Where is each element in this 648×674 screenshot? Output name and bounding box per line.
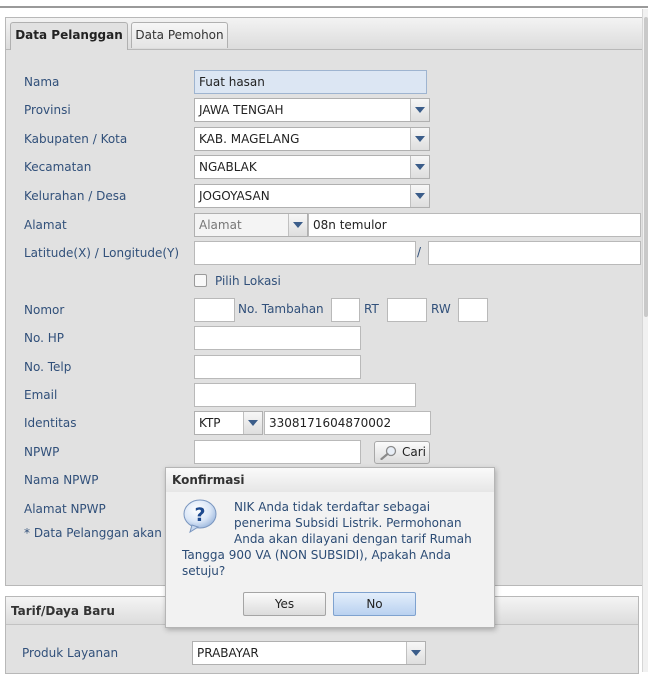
produk-layanan-value: PRABAYAR xyxy=(197,646,259,660)
rt-input[interactable] xyxy=(387,298,427,322)
kelurahan-select[interactable]: JOGOYASAN xyxy=(194,184,430,208)
tab-data-pemohon[interactable]: Data Pemohon xyxy=(131,22,228,48)
kecamatan-label: Kecamatan xyxy=(24,160,92,174)
kabupaten-value: KAB. MAGELANG xyxy=(199,132,300,146)
dialog-message-line: Tangga 900 VA (NON SUBSIDI), Apakah Anda xyxy=(182,548,451,562)
app-frame: Data Pelanggan Data Pemohon Nama Fuat ha… xyxy=(0,0,648,674)
scrollbar-thumb[interactable] xyxy=(644,17,648,317)
kecamatan-select[interactable]: NGABLAK xyxy=(194,155,430,179)
identitas-type-value: KTP xyxy=(199,416,221,430)
chevron-down-icon[interactable] xyxy=(410,185,429,207)
dialog-message: NIK Anda tidak terdaftar sebagai penerim… xyxy=(182,499,482,579)
identitas-type-select[interactable]: KTP xyxy=(194,411,263,435)
chevron-down-icon[interactable] xyxy=(410,99,429,121)
produk-layanan-label: Produk Layanan xyxy=(22,646,119,660)
provinsi-select[interactable]: JAWA TENGAH xyxy=(194,98,430,122)
konfirmasi-dialog: Konfirmasi ? NIK Anda tidak terdaftar se… xyxy=(165,467,495,628)
data-note: * Data Pelanggan akan dip xyxy=(24,526,185,540)
nohp-label: No. HP xyxy=(24,331,64,345)
npwp-label: NPWP xyxy=(24,445,60,459)
identitas-input[interactable]: 3308171604870002 xyxy=(264,411,431,435)
alamat-type-value: Alamat xyxy=(199,218,242,232)
nomor-label: Nomor xyxy=(24,303,65,317)
chevron-down-icon[interactable] xyxy=(406,642,425,664)
vertical-scrollbar[interactable] xyxy=(642,9,648,672)
provinsi-value: JAWA TENGAH xyxy=(199,103,284,117)
nama-input[interactable]: Fuat hasan xyxy=(194,70,427,94)
no-tambahan-input[interactable] xyxy=(331,298,360,322)
rt-label: RT xyxy=(364,302,379,316)
pilih-lokasi-label: Pilih Lokasi xyxy=(215,274,281,288)
kabupaten-select[interactable]: KAB. MAGELANG xyxy=(194,127,430,151)
chevron-down-icon[interactable] xyxy=(243,412,262,434)
kelurahan-label: Kelurahan / Desa xyxy=(24,189,127,203)
identitas-label: Identitas xyxy=(24,416,77,430)
yes-button[interactable]: Yes xyxy=(243,592,326,616)
tab-data-pelanggan[interactable]: Data Pelanggan xyxy=(10,22,128,50)
latlong-separator: / xyxy=(417,245,422,259)
dialog-message-line: NIK Anda tidak terdaftar sebagai xyxy=(234,500,431,514)
notelp-label: No. Telp xyxy=(24,360,72,374)
chevron-down-icon[interactable] xyxy=(410,128,429,150)
kelurahan-value: JOGOYASAN xyxy=(199,189,270,203)
email-label: Email xyxy=(24,388,58,402)
nama-label: Nama xyxy=(24,75,60,89)
nomor-input[interactable] xyxy=(194,298,235,322)
dialog-message-line: penerima Subsidi Listrik. Permohonan xyxy=(234,516,462,530)
no-button[interactable]: No xyxy=(333,592,416,616)
provinsi-label: Provinsi xyxy=(24,103,71,117)
npwp-input[interactable] xyxy=(194,440,361,464)
rw-input[interactable] xyxy=(458,298,488,322)
chevron-down-icon[interactable] xyxy=(410,156,429,178)
notelp-input[interactable] xyxy=(194,355,361,379)
nohp-input[interactable] xyxy=(194,326,361,350)
kecamatan-value: NGABLAK xyxy=(199,160,257,174)
cari-button[interactable]: Cari xyxy=(374,441,430,464)
chevron-down-icon[interactable] xyxy=(288,214,307,236)
alamat-label: Alamat xyxy=(24,218,67,232)
dialog-message-line: Anda akan dilayani dengan tarif Rumah xyxy=(234,532,472,546)
dialog-message-line: setuju? xyxy=(182,564,226,578)
alamat-input[interactable]: 08n temulor xyxy=(308,213,641,237)
tab-bar: Data Pelanggan Data Pemohon xyxy=(6,18,643,50)
rw-label: RW xyxy=(431,302,451,316)
longitude-input[interactable] xyxy=(428,241,641,265)
dialog-title: Konfirmasi xyxy=(166,468,494,492)
nama-npwp-label: Nama NPWP xyxy=(24,473,99,487)
top-divider xyxy=(0,6,648,8)
pilih-lokasi-checkbox[interactable] xyxy=(194,274,207,287)
latlong-label: Latitude(X) / Longitude(Y) xyxy=(24,246,180,260)
latitude-input[interactable] xyxy=(194,241,416,265)
search-icon xyxy=(380,445,398,467)
email-input[interactable] xyxy=(194,383,416,407)
alamat-npwp-label: Alamat NPWP xyxy=(24,502,106,516)
kabupaten-label: Kabupaten / Kota xyxy=(24,132,128,146)
produk-layanan-select[interactable]: PRABAYAR xyxy=(192,641,426,665)
alamat-type-select[interactable]: Alamat xyxy=(194,213,308,237)
cari-label: Cari xyxy=(402,445,426,459)
no-tambahan-label: No. Tambahan xyxy=(238,302,324,316)
